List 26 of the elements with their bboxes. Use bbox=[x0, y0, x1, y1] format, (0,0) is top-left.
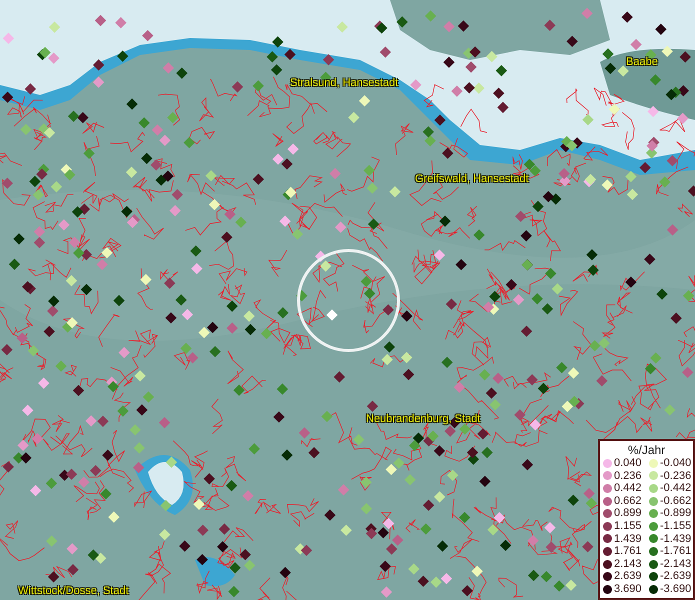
legend-value: -2.639 bbox=[660, 570, 692, 583]
place-label: Wittstock/Dosse, Stadt bbox=[18, 585, 129, 598]
legend-value: -1.155 bbox=[660, 520, 692, 533]
legend-title: %/Jahr bbox=[628, 443, 666, 457]
place-label: Baabe bbox=[626, 56, 658, 69]
legend-value: 1.155 bbox=[614, 520, 643, 533]
place-label: Stralsund, Hansestadt bbox=[290, 77, 398, 90]
legend-value: -0.040 bbox=[660, 457, 692, 470]
legend-value: -0.662 bbox=[660, 494, 692, 508]
legend-value: 3.690 bbox=[614, 582, 643, 596]
legend-value: 2.143 bbox=[614, 558, 643, 570]
legend-value: -0.899 bbox=[660, 507, 692, 520]
legend-value: 0.442 bbox=[614, 482, 643, 495]
legend-value: 1.761 bbox=[614, 545, 643, 558]
legend-value: -3.690 bbox=[660, 582, 692, 596]
legend-value: -1.439 bbox=[660, 532, 692, 546]
legend-value: 0.662 bbox=[614, 494, 643, 508]
legend-value: 2.639 bbox=[614, 570, 643, 583]
legend-value: -2.143 bbox=[660, 558, 692, 570]
legend-value: 0.899 bbox=[614, 507, 643, 520]
legend-value: 0.236 bbox=[614, 470, 643, 482]
legend-value: -0.442 bbox=[660, 482, 692, 495]
legend-value: 0.040 bbox=[614, 457, 643, 470]
legend-value: 1.439 bbox=[614, 532, 643, 546]
legend-value: -0.236 bbox=[660, 470, 692, 482]
legend-value: -1.761 bbox=[660, 545, 692, 558]
